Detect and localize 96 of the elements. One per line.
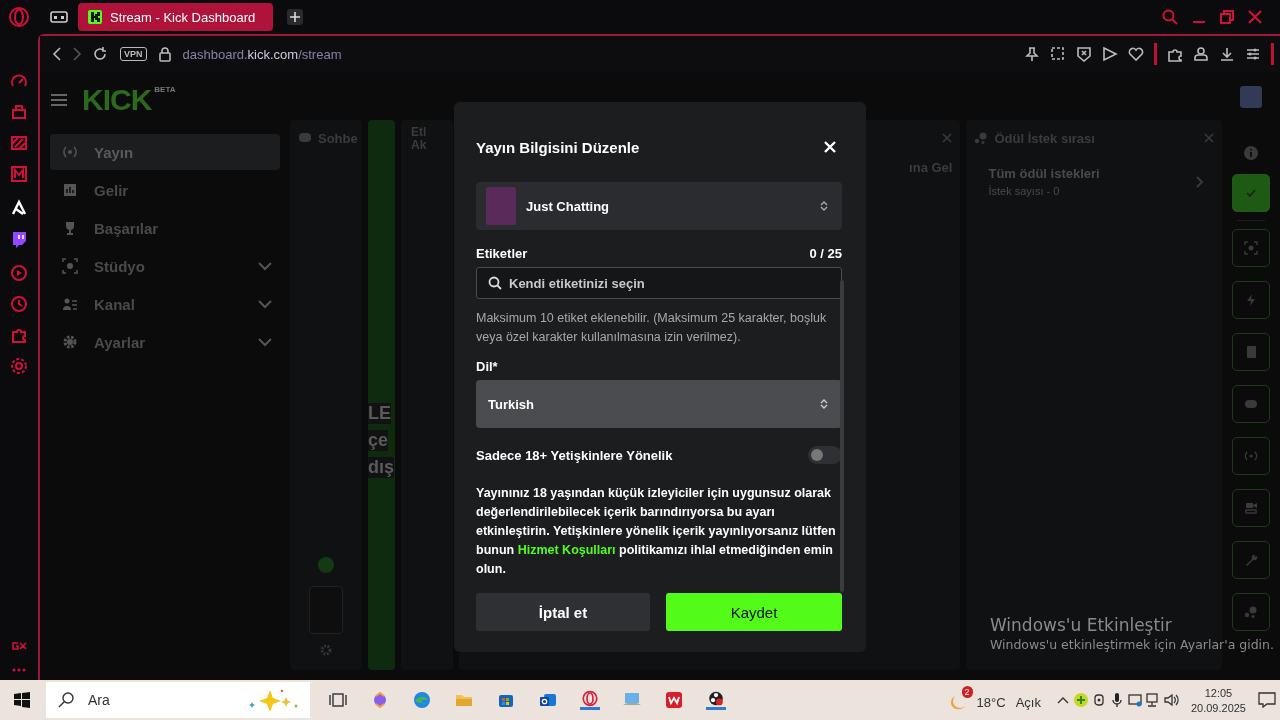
settings-icon[interactable]: [10, 357, 28, 375]
notification-badge: 2: [961, 686, 973, 698]
back-icon[interactable]: [52, 47, 62, 61]
send-icon[interactable]: [1102, 46, 1118, 62]
snapshot-icon[interactable]: [1050, 46, 1066, 62]
camera-icon: [1244, 501, 1258, 515]
field-label: Etiketler: [476, 246, 528, 261]
focus-frame-icon: [1244, 241, 1258, 255]
weather-widget[interactable]: 2 18°C Açık: [946, 684, 1043, 716]
beta-label: BETA: [154, 85, 176, 94]
speaker-icon[interactable]: [1162, 692, 1179, 708]
close-icon: [824, 141, 836, 153]
edge-icon[interactable]: [412, 690, 432, 710]
preview-text: LE: [368, 402, 391, 424]
settings-icon: [62, 334, 78, 350]
info-icon: [1244, 146, 1258, 160]
vpn-badge[interactable]: VPN: [120, 47, 147, 61]
search-icon: [488, 276, 502, 290]
chat-bubble-icon: [298, 132, 312, 144]
network-icon[interactable]: [1144, 692, 1161, 708]
display-icon[interactable]: [1126, 692, 1143, 708]
address-field[interactable]: dashboard.kick.com/stream: [182, 46, 342, 62]
dots-icon: [1244, 605, 1258, 619]
activation-text: Windows'u etkinleştirmek için Ayarlar'a gidin.: [989, 637, 1274, 652]
browser-logo-icon[interactable]: [580, 690, 600, 710]
windows-start-icon[interactable]: [14, 692, 30, 708]
lock-icon: [158, 46, 171, 62]
chevron-right-icon: [1196, 175, 1204, 188]
description-text: Yayınınız 18 yaşından küçük izleyiciler için uygunsuz olarak değerlendirilebilecek içerik barındırıyorsa bu ayarı etkinleştirin. Yetişkinlere yönelik içerik yayınlıyorsanız lütfen bunun Hizmet Koşulları politikamızı ihlal etmediğinden emin olun.: [476, 485, 837, 578]
sort-arrows-icon: [820, 398, 828, 410]
toggle-label: Sadece 18+ Yetişkinlere Yönelik: [476, 447, 673, 463]
clock[interactable]: 12:05 20.09.2025: [1190, 686, 1246, 714]
search-icon: [58, 692, 74, 708]
task-view-icon[interactable]: [328, 690, 348, 710]
chat-bubble-icon: [1244, 397, 1258, 411]
account-icon[interactable]: [1193, 46, 1209, 62]
tag-counter: 0 / 25: [809, 246, 842, 261]
lightning-icon: [1244, 293, 1258, 307]
play-icon[interactable]: [10, 264, 28, 282]
twitch-icon[interactable]: [10, 230, 28, 248]
forward-icon[interactable]: [72, 47, 82, 61]
letter-w-icon[interactable]: [664, 690, 684, 710]
activation-title: Windows'u Etkinleştir: [989, 615, 1173, 635]
category-thumbnail: [486, 187, 516, 225]
settings-icon: [320, 644, 332, 656]
sort-arrows-icon: [820, 200, 828, 212]
broadcast-icon: [1244, 449, 1258, 463]
tab-islands-icon[interactable]: [50, 10, 68, 24]
tab-title: Stream - Kick Dashboard: [110, 9, 256, 25]
chart-icon: [62, 182, 78, 198]
shield-x-icon[interactable]: [1076, 46, 1092, 62]
letter-m-icon[interactable]: [10, 165, 28, 183]
terms-link[interactable]: Hizmet Koşulları: [517, 543, 616, 557]
restore-icon[interactable]: [1220, 10, 1234, 24]
category-select[interactable]: Just Chatting: [476, 182, 842, 230]
close-button[interactable]: [822, 139, 838, 155]
check-icon: [1246, 189, 1256, 197]
striped-box-icon[interactable]: [10, 134, 28, 152]
broadcast-icon: [62, 144, 78, 160]
search-icon[interactable]: [1162, 9, 1178, 25]
focus-frame-icon: [62, 258, 78, 274]
recorder-icon[interactable]: [706, 690, 726, 710]
heart-icon[interactable]: [1128, 46, 1144, 62]
puzzle-piece-icon[interactable]: [1167, 46, 1183, 62]
hint-text: Maksimum 10 etiket eklenebilir. (Maksimum 25 karakter, boşluk veya özel karakter kullanılmasına izin verilmez).: [476, 310, 828, 346]
toggle-switch[interactable]: [808, 446, 842, 464]
language-select[interactable]: Turkish: [476, 380, 842, 428]
preview-text: dış: [368, 456, 394, 478]
new-tab-icon[interactable]: [287, 9, 304, 25]
document-icon: [1244, 345, 1258, 359]
pin-icon[interactable]: [1024, 46, 1040, 62]
clock-icon[interactable]: [10, 295, 28, 313]
wrench-icon: [1244, 553, 1258, 567]
save-button[interactable]: Kaydet: [666, 593, 842, 631]
people-icon: [62, 296, 78, 312]
tag-search-field[interactable]: Kendi etiketinizi seçin: [476, 267, 842, 299]
close-icon[interactable]: [1248, 10, 1262, 24]
dots-icon: [974, 132, 989, 144]
notification-icon[interactable]: [1258, 692, 1276, 708]
browser-logo-icon[interactable]: [8, 6, 30, 28]
kick-app-icon[interactable]: [10, 199, 28, 217]
browser-tab[interactable]: Stream - Kick Dashboard: [78, 3, 274, 31]
gx-icon[interactable]: [11, 640, 27, 652]
cancel-button[interactable]: İptal et: [476, 593, 650, 631]
reload-icon[interactable]: [92, 46, 108, 62]
preview-text: çe: [368, 429, 389, 451]
puzzle-icon[interactable]: [10, 326, 28, 344]
confirm-button[interactable]: [1232, 174, 1270, 212]
menu-icon[interactable]: [50, 93, 68, 107]
sliders-icon[interactable]: [1245, 46, 1261, 62]
more-icon[interactable]: [12, 668, 26, 672]
taskbar-search-field[interactable]: Ara: [46, 682, 310, 718]
dialog-title: Yayın Bilgisini Düzenle: [476, 138, 640, 156]
field-label: Dil*: [476, 359, 499, 374]
download-icon[interactable]: [1219, 46, 1235, 62]
site-logo-icon: [88, 10, 102, 24]
